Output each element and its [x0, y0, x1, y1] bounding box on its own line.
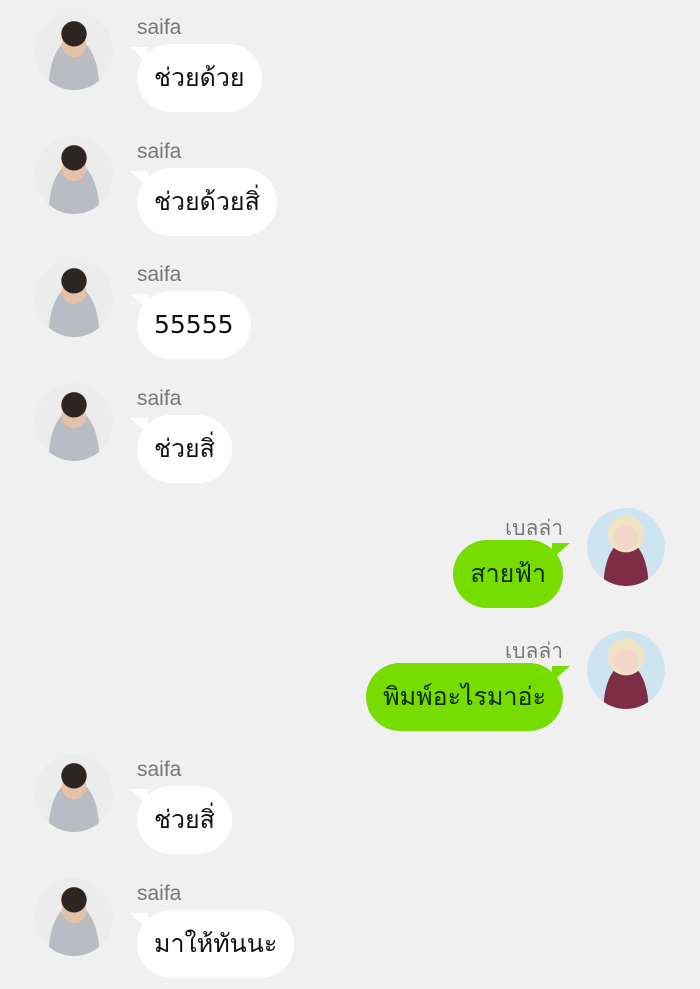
- chat-area: saifa ช่วยด้วย saifa ช่วยด้วยสิ่ saifa 5…: [0, 0, 700, 989]
- message-bubble[interactable]: ช่วยด้วยสิ่: [137, 168, 277, 236]
- sender-name: saifa: [137, 140, 182, 163]
- sender-name: saifa: [137, 758, 182, 781]
- message-bubble[interactable]: สายฟ้า: [453, 540, 563, 608]
- message-bubble[interactable]: ช่วยสิ่: [137, 786, 232, 854]
- sender-name: saifa: [137, 16, 182, 39]
- sender-name: saifa: [137, 882, 182, 905]
- message-bubble[interactable]: มาให้ทันนะ: [137, 910, 295, 978]
- sender-name: saifa: [137, 387, 182, 410]
- avatar[interactable]: [587, 508, 665, 586]
- avatar[interactable]: [35, 259, 113, 337]
- avatar[interactable]: [35, 383, 113, 461]
- avatar[interactable]: [35, 136, 113, 214]
- message-bubble[interactable]: ช่วยสิ่: [137, 415, 232, 483]
- message-bubble[interactable]: 55555: [137, 291, 251, 359]
- message-bubble[interactable]: พิมพ์อะไรมาอ่ะ: [366, 663, 563, 731]
- avatar[interactable]: [35, 12, 113, 90]
- sender-name: saifa: [137, 263, 182, 286]
- avatar[interactable]: [35, 878, 113, 956]
- message-bubble[interactable]: ช่วยด้วย: [137, 44, 262, 112]
- avatar[interactable]: [587, 631, 665, 709]
- avatar[interactable]: [35, 754, 113, 832]
